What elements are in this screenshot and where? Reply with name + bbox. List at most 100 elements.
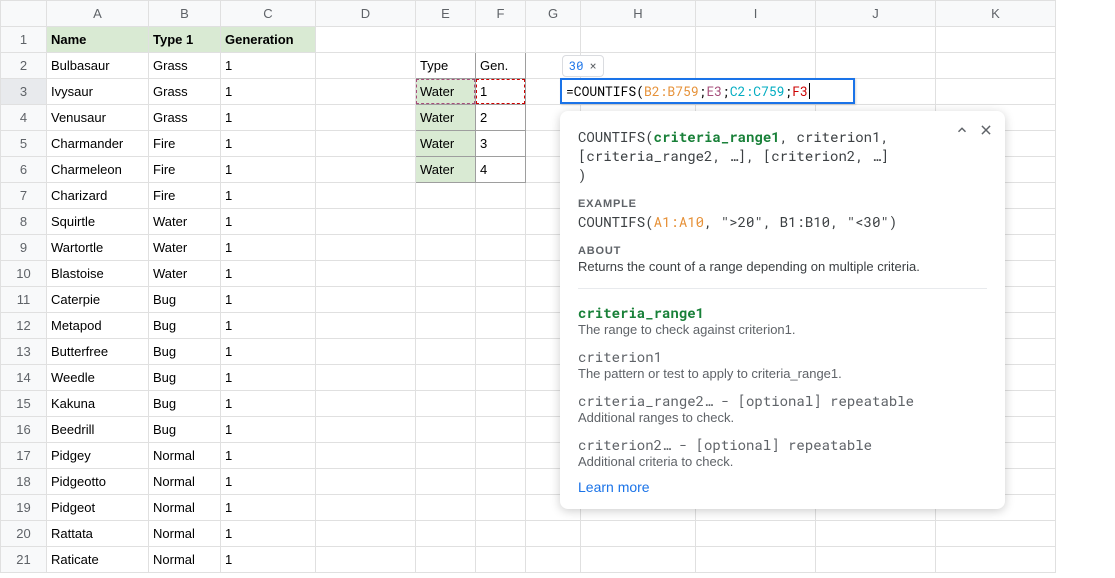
cell-B4[interactable]: Grass xyxy=(149,105,221,131)
cell-C11[interactable]: 1 xyxy=(221,287,316,313)
cell-F18[interactable] xyxy=(476,469,526,495)
cell-A9[interactable]: Wartortle xyxy=(47,235,149,261)
cell-C2[interactable]: 1 xyxy=(221,53,316,79)
row-header-9[interactable]: 9 xyxy=(1,235,47,261)
row-header-11[interactable]: 11 xyxy=(1,287,47,313)
cell-A15[interactable]: Kakuna xyxy=(47,391,149,417)
cell-A21[interactable]: Raticate xyxy=(47,547,149,573)
cell-E14[interactable] xyxy=(416,365,476,391)
column-header-K[interactable]: K xyxy=(936,1,1056,27)
close-icon[interactable]: × xyxy=(589,58,596,74)
cell-B18[interactable]: Normal xyxy=(149,469,221,495)
cell-F2[interactable]: Gen. xyxy=(476,53,526,79)
cell-J2[interactable] xyxy=(816,53,936,79)
cell-C13[interactable]: 1 xyxy=(221,339,316,365)
cell-B14[interactable]: Bug xyxy=(149,365,221,391)
cell-F17[interactable] xyxy=(476,443,526,469)
row-header-7[interactable]: 7 xyxy=(1,183,47,209)
cell-D14[interactable] xyxy=(316,365,416,391)
cell-A8[interactable]: Squirtle xyxy=(47,209,149,235)
cell-I2[interactable] xyxy=(696,53,816,79)
cell-F5[interactable]: 3 xyxy=(476,131,526,157)
cell-E21[interactable] xyxy=(416,547,476,573)
cell-F21[interactable] xyxy=(476,547,526,573)
cell-C4[interactable]: 1 xyxy=(221,105,316,131)
cell-E8[interactable] xyxy=(416,209,476,235)
cell-B10[interactable]: Water xyxy=(149,261,221,287)
cell-E15[interactable] xyxy=(416,391,476,417)
cell-B2[interactable]: Grass xyxy=(149,53,221,79)
cell-A3[interactable]: Ivysaur xyxy=(47,79,149,105)
cell-D4[interactable] xyxy=(316,105,416,131)
cell-E4[interactable]: Water xyxy=(416,105,476,131)
column-header-F[interactable]: F xyxy=(476,1,526,27)
cell-D20[interactable] xyxy=(316,521,416,547)
cell-D12[interactable] xyxy=(316,313,416,339)
cell-A18[interactable]: Pidgeotto xyxy=(47,469,149,495)
cell-C16[interactable]: 1 xyxy=(221,417,316,443)
cell-F3[interactable]: 1 xyxy=(476,79,526,105)
close-icon[interactable] xyxy=(979,123,993,140)
cell-F1[interactable] xyxy=(476,27,526,53)
row-header-21[interactable]: 21 xyxy=(1,547,47,573)
cell-E6[interactable]: Water xyxy=(416,157,476,183)
cell-J20[interactable] xyxy=(816,521,936,547)
cell-C3[interactable]: 1 xyxy=(221,79,316,105)
column-header-B[interactable]: B xyxy=(149,1,221,27)
learn-more-link[interactable]: Learn more xyxy=(578,479,650,495)
cell-C8[interactable]: 1 xyxy=(221,209,316,235)
cell-F11[interactable] xyxy=(476,287,526,313)
cell-G1[interactable] xyxy=(526,27,581,53)
cell-D17[interactable] xyxy=(316,443,416,469)
select-all-corner[interactable] xyxy=(1,1,47,27)
row-header-18[interactable]: 18 xyxy=(1,469,47,495)
cell-B8[interactable]: Water xyxy=(149,209,221,235)
cell-C12[interactable]: 1 xyxy=(221,313,316,339)
cell-C18[interactable]: 1 xyxy=(221,469,316,495)
row-header-17[interactable]: 17 xyxy=(1,443,47,469)
cell-H21[interactable] xyxy=(581,547,696,573)
column-header-G[interactable]: G xyxy=(526,1,581,27)
cell-F10[interactable] xyxy=(476,261,526,287)
cell-F13[interactable] xyxy=(476,339,526,365)
cell-C17[interactable]: 1 xyxy=(221,443,316,469)
cell-D7[interactable] xyxy=(316,183,416,209)
cell-G20[interactable] xyxy=(526,521,581,547)
cell-K1[interactable] xyxy=(936,27,1056,53)
cell-D15[interactable] xyxy=(316,391,416,417)
row-header-1[interactable]: 1 xyxy=(1,27,47,53)
cell-F12[interactable] xyxy=(476,313,526,339)
cell-B15[interactable]: Bug xyxy=(149,391,221,417)
cell-K2[interactable] xyxy=(936,53,1056,79)
cell-D2[interactable] xyxy=(316,53,416,79)
cell-C9[interactable]: 1 xyxy=(221,235,316,261)
cell-D11[interactable] xyxy=(316,287,416,313)
cell-A5[interactable]: Charmander xyxy=(47,131,149,157)
cell-J21[interactable] xyxy=(816,547,936,573)
column-header-H[interactable]: H xyxy=(581,1,696,27)
row-header-2[interactable]: 2 xyxy=(1,53,47,79)
cell-D16[interactable] xyxy=(316,417,416,443)
formula-editor[interactable]: =COUNTIFS( B2:B759 ; E3 ; C2:C759 ; F3 xyxy=(560,78,855,104)
cell-C1[interactable]: Generation xyxy=(221,27,316,53)
cell-B13[interactable]: Bug xyxy=(149,339,221,365)
cell-B17[interactable]: Normal xyxy=(149,443,221,469)
cell-I1[interactable] xyxy=(696,27,816,53)
cell-B3[interactable]: Grass xyxy=(149,79,221,105)
cell-E1[interactable] xyxy=(416,27,476,53)
row-header-14[interactable]: 14 xyxy=(1,365,47,391)
cell-A7[interactable]: Charizard xyxy=(47,183,149,209)
cell-A19[interactable]: Pidgeot xyxy=(47,495,149,521)
cell-C19[interactable]: 1 xyxy=(221,495,316,521)
cell-C7[interactable]: 1 xyxy=(221,183,316,209)
cell-F9[interactable] xyxy=(476,235,526,261)
cell-D10[interactable] xyxy=(316,261,416,287)
cell-I21[interactable] xyxy=(696,547,816,573)
row-header-16[interactable]: 16 xyxy=(1,417,47,443)
cell-K21[interactable] xyxy=(936,547,1056,573)
cell-B16[interactable]: Bug xyxy=(149,417,221,443)
cell-B20[interactable]: Normal xyxy=(149,521,221,547)
cell-A17[interactable]: Pidgey xyxy=(47,443,149,469)
row-header-10[interactable]: 10 xyxy=(1,261,47,287)
row-header-19[interactable]: 19 xyxy=(1,495,47,521)
